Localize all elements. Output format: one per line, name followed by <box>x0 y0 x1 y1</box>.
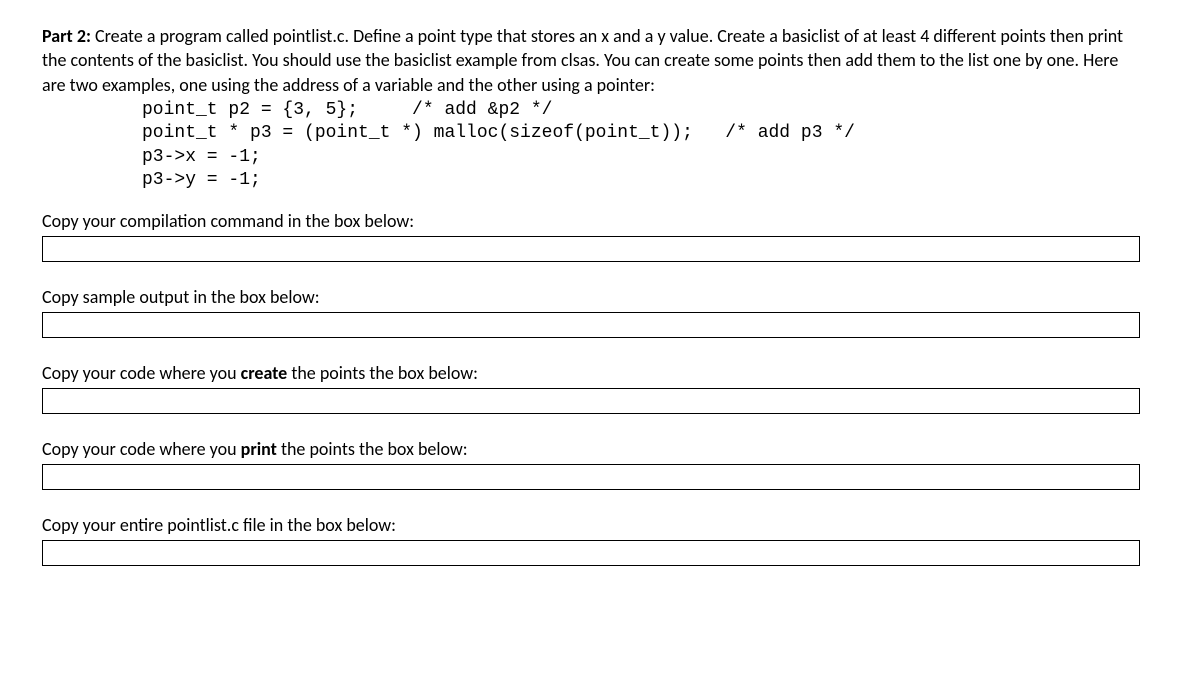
section-file: Copy your entire pointlist.c file in the… <box>42 514 1140 566</box>
code-example: point_t p2 = {3, 5}; /* add &p2 */ point… <box>142 99 1140 193</box>
section-compile: Copy your compilation command in the box… <box>42 210 1140 262</box>
section-output: Copy sample output in the box below: <box>42 286 1140 338</box>
section-print: Copy your code where you print the point… <box>42 438 1140 490</box>
print-label: Copy your code where you print the point… <box>42 438 1140 460</box>
output-input[interactable] <box>42 312 1140 338</box>
intro-text: Create a program called pointlist.c. Def… <box>42 25 1123 96</box>
compile-label: Copy your compilation command in the box… <box>42 210 1140 232</box>
file-label: Copy your entire pointlist.c file in the… <box>42 514 1140 536</box>
print-input[interactable] <box>42 464 1140 490</box>
print-label-post: the points the box below: <box>277 438 468 460</box>
create-label: Copy your code where you create the poin… <box>42 362 1140 384</box>
output-label: Copy sample output in the box below: <box>42 286 1140 308</box>
create-input[interactable] <box>42 388 1140 414</box>
create-label-pre: Copy your code where you <box>42 362 241 384</box>
intro-paragraph: Part 2: Create a program called pointlis… <box>42 24 1140 97</box>
print-label-pre: Copy your code where you <box>42 438 241 460</box>
file-input[interactable] <box>42 540 1140 566</box>
compile-input[interactable] <box>42 236 1140 262</box>
section-create: Copy your code where you create the poin… <box>42 362 1140 414</box>
create-label-bold: create <box>241 362 288 384</box>
part-label: Part 2: <box>42 25 91 47</box>
create-label-post: the points the box below: <box>287 362 478 384</box>
print-label-bold: print <box>241 438 277 460</box>
